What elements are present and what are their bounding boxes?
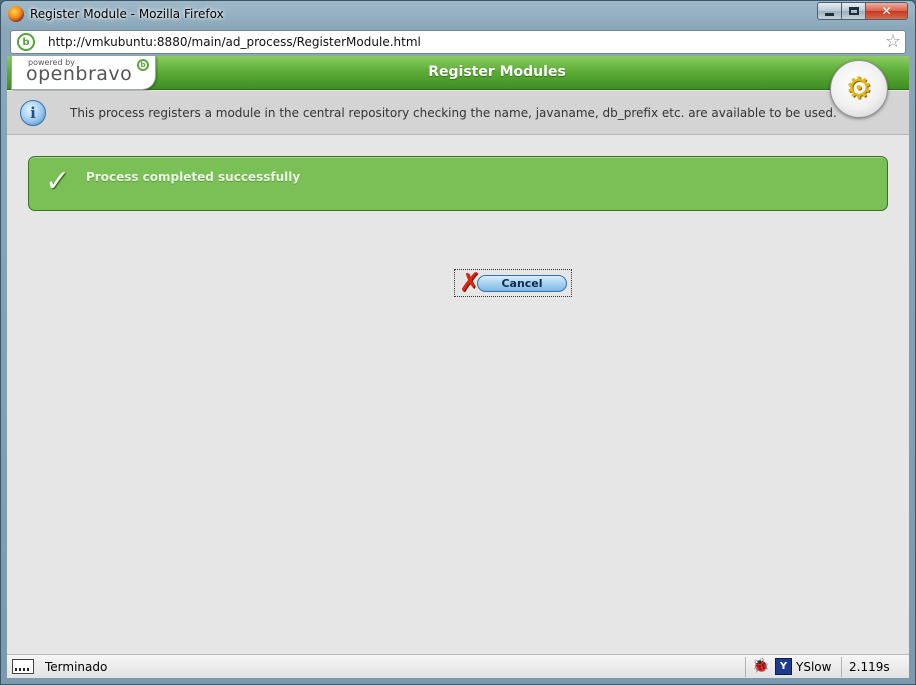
status-bar: Terminado 🐞 Y YSlow 2.119s xyxy=(7,654,909,678)
url-input[interactable]: http://vmkubuntu:8880/main/ad_process/Re… xyxy=(48,35,421,49)
load-time: 2.119s xyxy=(849,660,890,674)
close-button[interactable]: ✕ xyxy=(865,2,908,20)
info-icon: i xyxy=(20,100,46,126)
brand-mark-icon: b xyxy=(137,59,149,71)
gear-icon: ⚙ xyxy=(845,71,873,106)
status-separator xyxy=(841,657,842,677)
window-title: Register Module - Mozilla Firefox xyxy=(30,7,224,21)
close-icon: ✕ xyxy=(881,4,892,18)
brand-name: openbravo xyxy=(26,63,133,85)
info-bar: i This process registers a module in the… xyxy=(7,91,909,135)
minimize-button[interactable] xyxy=(817,2,842,20)
openbravo-logo[interactable]: powered by openbravo b xyxy=(11,56,156,90)
success-message: ✓ Process completed successfully xyxy=(28,156,888,211)
bookmark-star-icon[interactable]: ☆ xyxy=(885,32,901,52)
firefox-icon xyxy=(8,6,24,22)
process-badge: ⚙ xyxy=(830,60,888,118)
page-title: Register Modules xyxy=(428,64,566,80)
yslow-icon[interactable]: Y xyxy=(775,658,792,675)
firebug-icon[interactable]: 🐞 xyxy=(752,658,769,674)
cancel-button-label: Cancel xyxy=(501,277,543,290)
status-separator xyxy=(745,657,746,677)
success-message-text: Process completed successfully xyxy=(86,170,301,184)
page-viewport: powered by openbravo b Register Modules … xyxy=(7,56,909,654)
address-bar[interactable]: b http://vmkubuntu:8880/main/ad_process/… xyxy=(10,30,906,54)
process-description: This process registers a module in the c… xyxy=(70,106,837,120)
status-text: Terminado xyxy=(45,660,108,674)
title-bar[interactable]: Register Module - Mozilla Firefox ✕ xyxy=(1,1,915,28)
status-panel-icon[interactable] xyxy=(12,659,34,674)
minimize-icon xyxy=(825,12,834,16)
maximize-icon xyxy=(848,7,859,15)
cancel-button[interactable]: ✗ Cancel xyxy=(454,269,572,297)
app-header: powered by openbravo b Register Modules xyxy=(7,56,909,90)
site-favicon-icon: b xyxy=(17,33,35,51)
yslow-label[interactable]: YSlow xyxy=(796,660,831,674)
maximize-button[interactable] xyxy=(841,2,866,20)
checkmark-icon: ✓ xyxy=(45,164,71,199)
